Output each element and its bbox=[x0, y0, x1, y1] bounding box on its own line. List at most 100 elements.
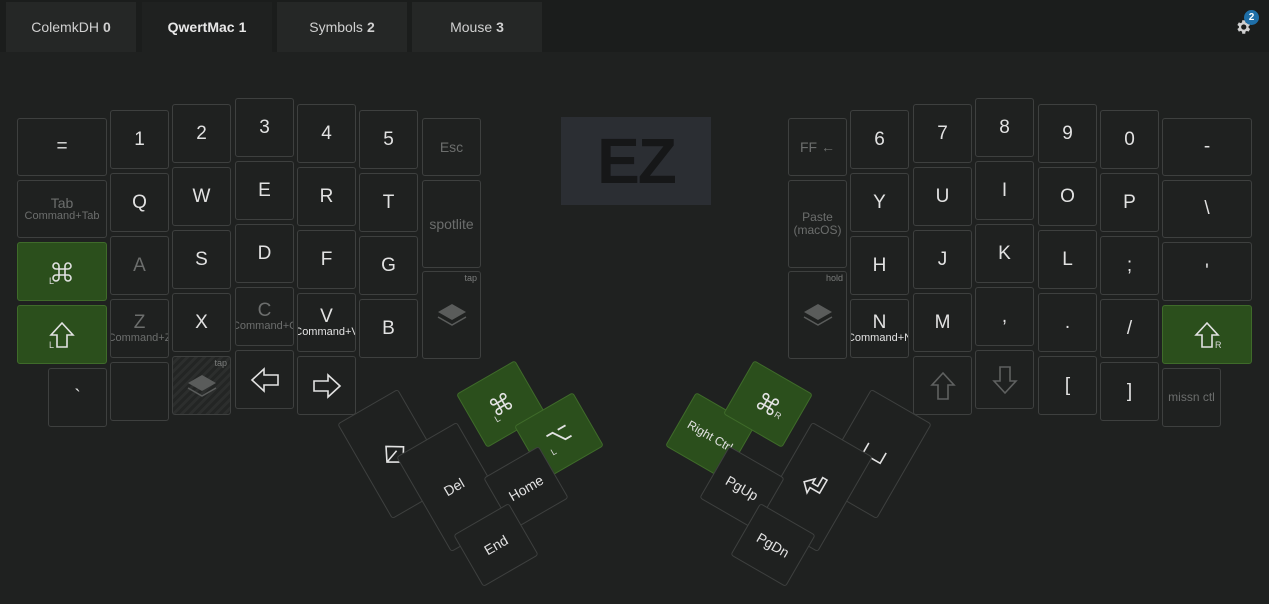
key-q[interactable]: Q bbox=[110, 173, 169, 232]
key-label: End bbox=[481, 531, 511, 558]
key-label: \ bbox=[1204, 198, 1210, 220]
key-e[interactable]: E bbox=[235, 161, 294, 220]
key-layer-tap-bottom[interactable]: tap bbox=[172, 356, 231, 415]
key-c[interactable]: C Command+C bbox=[235, 287, 294, 346]
modifier-side: L bbox=[49, 276, 55, 286]
key-v[interactable]: V Command+V bbox=[297, 293, 356, 352]
key-x[interactable]: X bbox=[172, 293, 231, 352]
key-right-bracket[interactable]: ] bbox=[1100, 362, 1159, 421]
key-j[interactable]: J bbox=[913, 230, 972, 289]
key-left-command[interactable]: L bbox=[17, 242, 107, 301]
key-i[interactable]: I bbox=[975, 161, 1034, 220]
key-label: F bbox=[320, 248, 333, 270]
key-m[interactable]: M bbox=[913, 293, 972, 352]
key-label: W bbox=[192, 185, 211, 207]
key-z[interactable]: Z Command+Z bbox=[110, 299, 169, 358]
key-k[interactable]: K bbox=[975, 224, 1034, 283]
key-r[interactable]: R bbox=[297, 167, 356, 226]
key-left-shift[interactable]: L bbox=[17, 305, 107, 364]
key-8[interactable]: 8 bbox=[975, 98, 1034, 157]
key-down-arrow[interactable] bbox=[975, 350, 1034, 409]
tab-qwertmac[interactable]: QwertMac 1 bbox=[142, 2, 272, 52]
key-6[interactable]: 6 bbox=[850, 110, 909, 169]
key-w[interactable]: W bbox=[172, 167, 231, 226]
key-0[interactable]: 0 bbox=[1100, 110, 1159, 169]
layer-tab-bar: ColemkDH 0 QwertMac 1 Symbols 2 Mouse 3 2 bbox=[0, 0, 1269, 52]
key-left-arrow[interactable] bbox=[235, 350, 294, 409]
key-t[interactable]: T bbox=[359, 173, 418, 232]
key-label: missn ctl bbox=[1168, 390, 1215, 405]
key-paste[interactable]: Paste (macOS) bbox=[788, 180, 847, 268]
key-n[interactable]: N Command+N bbox=[850, 299, 909, 358]
key-sublabel: Command+N bbox=[850, 332, 909, 345]
key-tab[interactable]: Tab Command+Tab bbox=[17, 180, 107, 238]
key-ff-left[interactable]: FF ← bbox=[788, 118, 847, 176]
modifier-side: L bbox=[49, 340, 55, 350]
tab-colemkdh[interactable]: ColemkDH 0 bbox=[6, 2, 136, 52]
key-3[interactable]: 3 bbox=[235, 98, 294, 157]
key-y[interactable]: Y bbox=[850, 173, 909, 232]
key-l[interactable]: L bbox=[1038, 230, 1097, 289]
key-label: I bbox=[1001, 179, 1008, 201]
key-quote[interactable]: ' bbox=[1162, 242, 1252, 301]
key-9[interactable]: 9 bbox=[1038, 104, 1097, 163]
key-slash[interactable]: / bbox=[1100, 299, 1159, 358]
key-a[interactable]: A bbox=[110, 236, 169, 295]
key-equals[interactable]: = bbox=[17, 118, 107, 176]
key-spotlite[interactable]: spotlite bbox=[422, 180, 481, 268]
key-label: J bbox=[937, 248, 948, 270]
key-layer-tap[interactable]: tap bbox=[422, 271, 481, 359]
key-semicolon[interactable]: ; bbox=[1100, 236, 1159, 295]
key-esc[interactable]: Esc bbox=[422, 118, 481, 176]
key-sublabel: Command+C bbox=[235, 320, 294, 333]
key-period[interactable]: . bbox=[1038, 293, 1097, 352]
key-p[interactable]: P bbox=[1100, 173, 1159, 232]
key-4[interactable]: 4 bbox=[297, 104, 356, 163]
key-left-bracket[interactable]: [ bbox=[1038, 356, 1097, 415]
key-label: B bbox=[382, 317, 395, 339]
key-b[interactable]: B bbox=[359, 299, 418, 358]
key-backslash[interactable]: \ bbox=[1162, 180, 1252, 238]
key-5[interactable]: 5 bbox=[359, 110, 418, 169]
key-hint: tap bbox=[464, 273, 477, 283]
key-f[interactable]: F bbox=[297, 230, 356, 289]
key-label: S bbox=[195, 248, 208, 270]
tab-label: Mouse bbox=[450, 19, 493, 35]
key-label: - bbox=[1203, 136, 1211, 158]
key-label: = bbox=[56, 136, 68, 158]
command-icon bbox=[489, 392, 513, 416]
key-right-shift[interactable]: R bbox=[1162, 305, 1252, 364]
arrow-left-icon bbox=[250, 366, 279, 393]
key-2[interactable]: 2 bbox=[172, 104, 231, 163]
key-h[interactable]: H bbox=[850, 236, 909, 295]
key-o[interactable]: O bbox=[1038, 167, 1097, 226]
key-s[interactable]: S bbox=[172, 230, 231, 289]
key-blank[interactable] bbox=[110, 362, 169, 421]
key-g[interactable]: G bbox=[359, 236, 418, 295]
key-minus[interactable]: - bbox=[1162, 118, 1252, 176]
key-grave[interactable]: ` bbox=[48, 368, 107, 427]
key-right-arrow[interactable] bbox=[297, 356, 356, 415]
key-layer-hold[interactable]: hold bbox=[788, 271, 847, 359]
key-label: Del bbox=[440, 474, 467, 499]
tab-mouse[interactable]: Mouse 3 bbox=[412, 2, 542, 52]
key-u[interactable]: U bbox=[913, 167, 972, 226]
key-1[interactable]: 1 bbox=[110, 110, 169, 169]
key-comma[interactable]: , bbox=[975, 287, 1034, 346]
key-label: O bbox=[1060, 185, 1075, 207]
key-d[interactable]: D bbox=[235, 224, 294, 283]
tab-symbols[interactable]: Symbols 2 bbox=[277, 2, 407, 52]
key-mission-control[interactable]: missn ctl bbox=[1162, 368, 1221, 427]
option-icon bbox=[546, 424, 572, 441]
tab-number: 1 bbox=[238, 19, 247, 35]
key-label: 1 bbox=[134, 128, 145, 150]
key-label: E bbox=[258, 179, 271, 201]
key-label: spotlite bbox=[429, 215, 474, 232]
key-7[interactable]: 7 bbox=[913, 104, 972, 163]
key-label: G bbox=[381, 254, 396, 276]
key-label: L bbox=[1062, 248, 1073, 270]
key-sublabel: Command+Z bbox=[110, 332, 169, 345]
key-label: D bbox=[257, 242, 272, 264]
key-up-arrow[interactable] bbox=[913, 356, 972, 415]
layers-icon bbox=[437, 304, 466, 326]
